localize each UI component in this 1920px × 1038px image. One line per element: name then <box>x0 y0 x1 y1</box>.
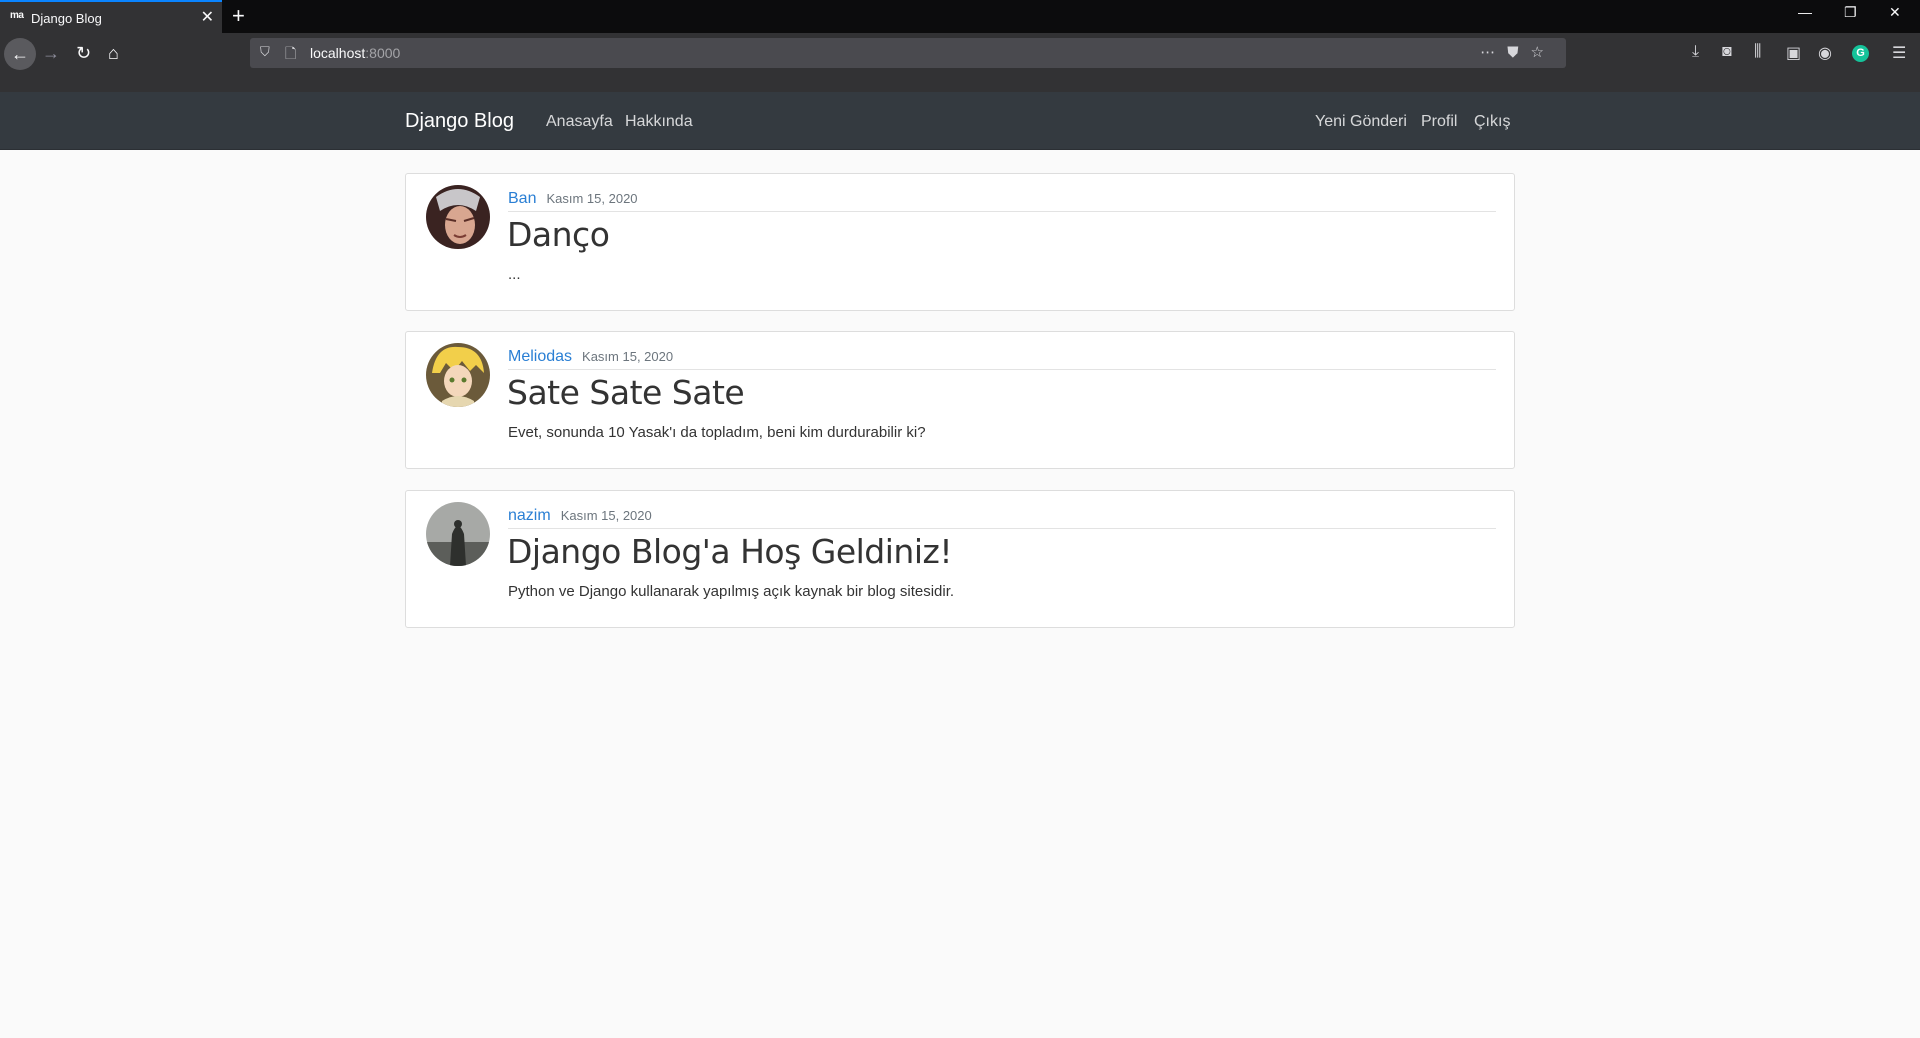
author-avatar <box>426 343 490 407</box>
post-content: Evet, sonunda 10 Yasak'ı da topladım, be… <box>508 424 926 441</box>
post-card: Meliodas Kasım 15, 2020 Sate Sate Sate Ev… <box>405 331 1515 469</box>
nav-link-logout[interactable]: Çıkış <box>1474 113 1510 131</box>
post-title[interactable]: Django Blog'a Hoş Geldiniz! <box>507 532 953 571</box>
library-icon[interactable]: ⫼ <box>1754 43 1761 61</box>
restore-window-icon[interactable]: ❐ <box>1844 4 1857 21</box>
post-meta: Ban Kasım 15, 2020 <box>508 190 1496 212</box>
address-bar[interactable]: ⛉ 🗋 localhost:8000 ⋯⛊☆ <box>250 38 1566 68</box>
post-title[interactable]: Danço <box>507 215 610 254</box>
tab-title: Django Blog <box>31 11 102 26</box>
sidebar-icon[interactable]: ▣ <box>1786 43 1801 63</box>
author-avatar <box>426 185 490 249</box>
menu-icon[interactable]: ☰ <box>1892 43 1906 63</box>
back-arrow-icon[interactable]: ← <box>4 38 36 70</box>
post-meta: nazim Kasım 15, 2020 <box>508 507 1496 529</box>
forward-arrow-icon[interactable]: → <box>42 43 60 64</box>
post-date: Kasım 15, 2020 <box>546 191 638 206</box>
grammarly-icon[interactable]: G <box>1852 45 1869 62</box>
post-card: Ban Kasım 15, 2020 Danço ... <box>405 173 1515 311</box>
browser-tab-bar: ma Django Blog ✕ + — ❐ ✕ <box>0 0 1920 33</box>
page-icon[interactable]: 🗋 <box>285 43 296 67</box>
post-card: nazim Kasım 15, 2020 Django Blog'a Hoş Ge… <box>405 490 1515 628</box>
site-favicon: ma <box>10 10 24 21</box>
close-tab-icon[interactable]: ✕ <box>201 7 214 27</box>
site-brand[interactable]: Django Blog <box>405 110 514 133</box>
author-avatar <box>426 502 490 566</box>
post-content: Python ve Django kullanarak yapılmış açı… <box>508 583 955 600</box>
author-link[interactable]: Meliodas <box>508 348 572 365</box>
post-content: ... <box>508 266 521 283</box>
site-navbar: Django Blog Anasayfa Hakkında Yeni Gönde… <box>0 92 1920 150</box>
post-date: Kasım 15, 2020 <box>560 508 652 523</box>
download-icon[interactable]: ⤓ <box>1692 43 1699 61</box>
minimize-window-icon[interactable]: — <box>1798 4 1812 20</box>
nav-link-new-post[interactable]: Yeni Gönderi <box>1315 113 1407 131</box>
close-window-icon[interactable]: ✕ <box>1889 4 1901 21</box>
nav-link-home[interactable]: Anasayfa <box>546 113 613 131</box>
more-actions-icon[interactable]: ⋯ <box>1480 44 1507 61</box>
browser-tab[interactable]: ma Django Blog ✕ <box>0 0 222 33</box>
post-title[interactable]: Sate Sate Sate <box>507 373 745 412</box>
account-icon[interactable]: ◉ <box>1818 43 1832 63</box>
pocket-icon[interactable]: ⛊ <box>1507 44 1530 61</box>
url-actions: ⋯⛊☆ <box>1480 43 1556 61</box>
bookmark-star-icon[interactable]: ☆ <box>1531 44 1556 61</box>
author-link[interactable]: Ban <box>508 190 536 207</box>
home-icon[interactable]: ⌂ <box>108 43 119 64</box>
shield-icon[interactable]: ⛉ <box>260 44 270 60</box>
post-date: Kasım 15, 2020 <box>582 349 674 364</box>
new-tab-button[interactable]: + <box>232 3 245 29</box>
author-link[interactable]: nazim <box>508 507 551 524</box>
browser-toolbar: ← → ↻ ⌂ ⛉ 🗋 localhost:8000 ⋯⛊☆ ⤓ ◙ ⫼ ▣ ◉… <box>0 33 1920 92</box>
url-text[interactable]: localhost:8000 <box>310 45 400 61</box>
nav-link-profile[interactable]: Profil <box>1421 113 1457 131</box>
post-meta: Meliodas Kasım 15, 2020 <box>508 348 1496 370</box>
nav-link-about[interactable]: Hakkında <box>625 113 693 131</box>
mask-icon[interactable]: ◙ <box>1722 43 1732 61</box>
reload-icon[interactable]: ↻ <box>76 43 91 64</box>
